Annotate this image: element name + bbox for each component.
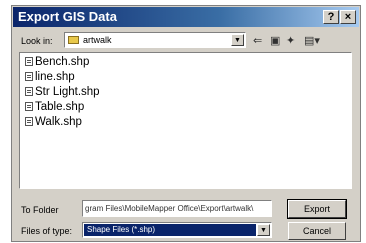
file-name: Str Light.shp	[35, 86, 100, 98]
file-icon	[25, 102, 33, 111]
list-item[interactable]: Bench.shp	[25, 56, 89, 68]
file-type-value: Shape Files (*.shp)	[87, 225, 156, 234]
chevron-down-icon[interactable]: ▼	[231, 34, 244, 46]
file-list: Bench.shp line.shp Str Light.shp Table.s…	[19, 52, 352, 189]
look-in-combo[interactable]: artwalk ▼	[64, 32, 246, 48]
file-icon	[25, 117, 33, 126]
file-type-select[interactable]: Shape Files (*.shp) ▼	[82, 222, 272, 238]
new-folder-icon[interactable]: ✦	[286, 34, 295, 47]
list-item[interactable]: Walk.shp	[25, 116, 82, 128]
up-folder-icon[interactable]: ▣	[270, 34, 280, 47]
export-button[interactable]: Export	[287, 199, 347, 219]
look-in-label: Look in:	[21, 36, 53, 46]
export-dialog: Export GIS Data ? × Look in: artwalk ▼ ⇐…	[11, 5, 361, 242]
dialog-title: Export GIS Data	[18, 9, 117, 24]
file-name: line.shp	[35, 71, 75, 83]
file-icon	[25, 57, 33, 66]
close-button[interactable]: ×	[340, 10, 356, 24]
file-name: Walk.shp	[35, 116, 82, 128]
file-name: Table.shp	[35, 101, 85, 113]
file-icon	[25, 87, 33, 96]
folder-icon	[68, 36, 79, 44]
to-folder-label: To Folder	[21, 205, 59, 215]
file-icon	[25, 72, 33, 81]
help-button[interactable]: ?	[323, 10, 339, 24]
cancel-button[interactable]: Cancel	[288, 222, 346, 240]
list-item[interactable]: Table.shp	[25, 101, 84, 113]
list-item[interactable]: line.shp	[25, 71, 75, 83]
file-type-label: Files of type:	[21, 226, 73, 236]
look-in-value: artwalk	[83, 35, 112, 45]
to-folder-field[interactable]: gram Files\MobileMapper Office\Export\ar…	[82, 200, 272, 217]
view-menu-icon[interactable]: ▤▾	[304, 34, 320, 47]
title-bar[interactable]: Export GIS Data ? ×	[13, 7, 359, 27]
chevron-down-icon[interactable]: ▼	[257, 224, 270, 236]
file-name: Bench.shp	[35, 56, 90, 68]
list-item[interactable]: Str Light.shp	[25, 86, 100, 98]
back-arrow-icon[interactable]: ⇐	[253, 34, 262, 47]
